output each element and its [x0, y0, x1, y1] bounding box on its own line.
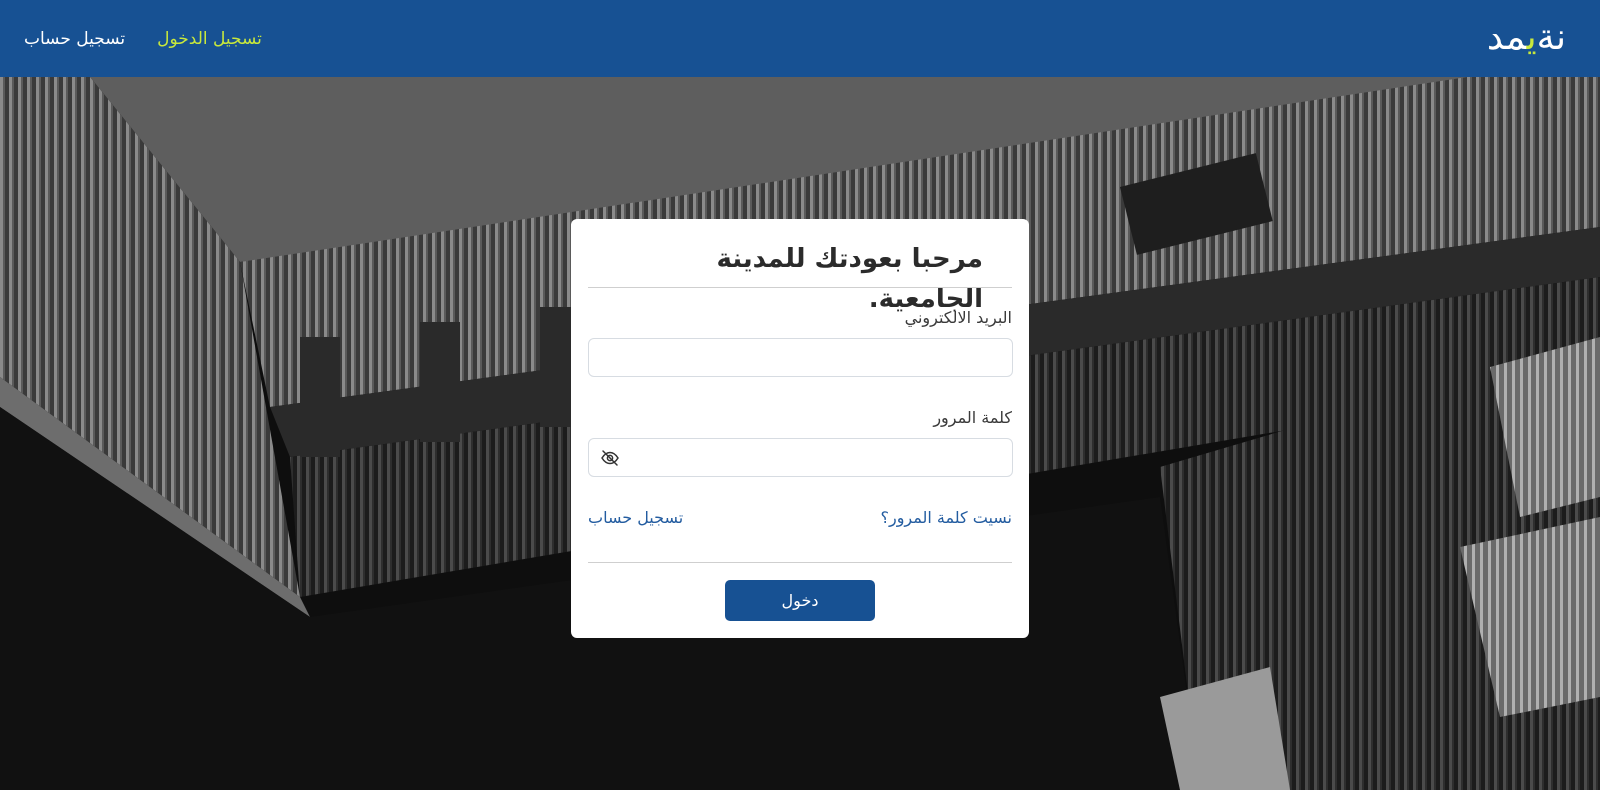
password-field[interactable] [588, 438, 1013, 477]
email-label: البريد الالكتروني [904, 308, 1012, 327]
login-button[interactable]: دخول [725, 580, 875, 621]
forgot-password-link[interactable]: نسيت كلمة المرور؟ [880, 506, 1012, 530]
brand-logo-text-end: مد [1486, 17, 1527, 58]
register-link[interactable]: تسجيل حساب [588, 506, 683, 530]
login-card: مرحبا بعودتك للمدينة الجامعية. البريد ال… [571, 219, 1029, 638]
title-divider [588, 287, 1012, 288]
password-label: كلمة المرور [933, 408, 1012, 427]
actions-divider [588, 562, 1012, 563]
brand-logo-accent: ي [1526, 17, 1537, 58]
top-navbar: نةيمد تسجيل حساب تسجيل الدخول [0, 0, 1600, 77]
nav-login-link[interactable]: تسجيل الدخول [157, 26, 262, 52]
nav-links: تسجيل حساب تسجيل الدخول [24, 26, 262, 52]
eye-slash-icon[interactable] [600, 448, 620, 468]
brand-logo-text-start: نة [1536, 17, 1566, 58]
nav-register-link[interactable]: تسجيل حساب [24, 26, 125, 52]
brand-logo[interactable]: نةيمد [1487, 14, 1566, 62]
email-field[interactable] [588, 338, 1013, 377]
